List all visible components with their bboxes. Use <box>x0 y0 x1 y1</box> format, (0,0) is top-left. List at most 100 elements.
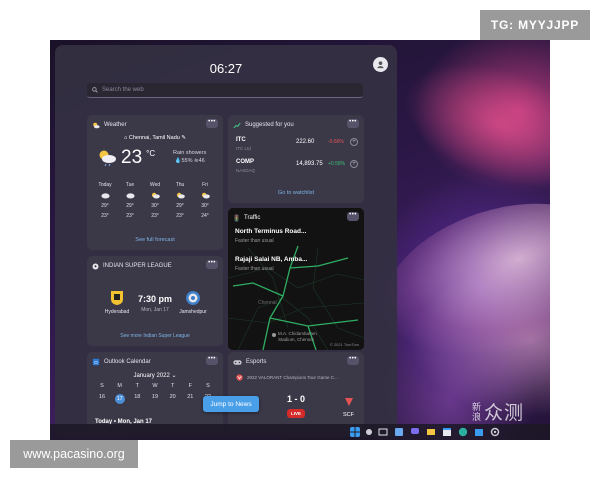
forecast-low: 23° <box>126 213 134 219</box>
stock-price: 222.60 <box>296 139 315 145</box>
forecast-day-label: Today <box>98 182 112 188</box>
forecast-row: Today 29° 23° Tue 29° 23° Wed 30° 23° Th… <box>93 182 217 219</box>
settings-gear-icon[interactable] <box>490 427 500 437</box>
suggested-more-button[interactable]: ••• <box>347 119 359 128</box>
team-right-logo-icon <box>345 398 353 406</box>
partly-sunny-icon <box>176 192 185 199</box>
cloudy-icon <box>125 193 135 199</box>
taskbar <box>50 424 550 440</box>
traffic-route: Rajaji Salai NB, Amba... <box>235 256 308 263</box>
forecast-day-label: Tue <box>125 182 135 188</box>
tg-label-badge: TG: MYYJJPP <box>480 10 590 40</box>
calendar-month[interactable]: January 2022 ⌄ <box>87 372 223 379</box>
partly-sunny-icon <box>151 192 160 199</box>
esports-event-name: 2022 VALORANT Champions Tour Game C... <box>247 375 338 380</box>
forecast-day-label: Thu <box>175 182 185 188</box>
edge-browser-icon[interactable] <box>458 427 468 437</box>
cloudy-icon <box>100 193 110 199</box>
search-placeholder: Search the web <box>102 87 144 93</box>
screenshot-page: 06:27 Search the web Weather ••• ⌂ Chenn… <box>0 0 600 480</box>
stock-name: ITC Ltd <box>236 146 251 151</box>
task-view-icon[interactable] <box>378 427 388 437</box>
partly-cloudy-rain-icon <box>99 150 116 167</box>
calendar-title: Outlook Calendar <box>104 359 151 365</box>
calendar-date[interactable]: 20 <box>166 394 180 404</box>
sina-watermark: 新浪 众测 <box>472 398 524 425</box>
desktop-wallpaper: 06:27 Search the web Weather ••• ⌂ Chenn… <box>50 40 550 440</box>
suggested-card[interactable]: Suggested for you ••• ITC ITC Ltd 222.60… <box>228 115 364 203</box>
calendar-dates: 16 17 18 19 20 21 22 <box>95 394 215 404</box>
jump-to-news-button[interactable]: Jump to News <box>203 396 259 412</box>
traffic-card[interactable]: Traffic ••• North Terminus Road... Faste… <box>228 208 364 350</box>
isl-more-button[interactable]: ••• <box>206 260 218 269</box>
site-url-badge: www.pacasino.org <box>10 440 138 468</box>
indian-super-league-card[interactable]: INDIAN SUPER LEAGUE ••• Hyderabad 7:30 p… <box>87 256 223 346</box>
watermark-large-text: 众测 <box>484 403 525 424</box>
gamepad-icon <box>233 359 242 365</box>
temperature-unit: °C <box>146 148 156 158</box>
stock-symbol: COMP <box>236 159 254 165</box>
weather-location[interactable]: ⌂ Chennai, Tamil Nadu ✎ <box>87 135 223 141</box>
calendar-date[interactable]: 16 <box>95 394 109 404</box>
calendar-date[interactable]: 19 <box>148 394 162 404</box>
forecast-day[interactable]: Wed 30° 23° <box>143 182 167 219</box>
file-explorer-icon[interactable] <box>426 427 436 437</box>
forecast-day[interactable]: Today 29° 23° <box>93 182 117 219</box>
calendar-more-button[interactable]: ••• <box>206 356 218 365</box>
stock-name: NASDAQ <box>236 168 256 173</box>
see-more-isl-link[interactable]: See more Indian Super League <box>87 333 223 339</box>
weekday-label: S <box>100 383 104 389</box>
clock-time: 06:27 <box>209 61 243 76</box>
map-place-label: M.A. Chidambaram Stadium, Chennai <box>278 331 317 342</box>
forecast-high: 29° <box>101 203 109 209</box>
outlook-calendar-card[interactable]: O Outlook Calendar ••• January 2022 ⌄ S … <box>87 352 223 432</box>
esports-card[interactable]: Esports ••• 2022 VALORANT Champions Tour… <box>228 352 364 432</box>
suggested-title: Suggested for you <box>245 122 294 128</box>
widgets-icon[interactable] <box>394 427 404 437</box>
forecast-day[interactable]: Thu 29° 23° <box>168 182 192 219</box>
windows-start-icon[interactable] <box>350 427 360 437</box>
traffic-more-button[interactable]: ••• <box>347 212 359 221</box>
forecast-high: 29° <box>126 203 134 209</box>
watermark-small-text: 新浪 <box>472 401 483 422</box>
forecast-day[interactable]: Tue 29° 23° <box>118 182 142 219</box>
weather-more-button[interactable]: ••• <box>206 119 218 128</box>
store-icon[interactable] <box>474 427 484 437</box>
chat-icon[interactable] <box>410 427 420 437</box>
calendar-app-icon[interactable] <box>442 427 452 437</box>
weekday-label: W <box>152 383 158 389</box>
stock-row[interactable]: ITC ITC Ltd 222.60 -0.66% + <box>236 137 358 155</box>
forecast-high: 29° <box>176 203 184 209</box>
weather-icon <box>93 122 100 128</box>
chevron-down-icon: ⌄ <box>171 373 177 379</box>
traffic-route-status: Faster than usual <box>235 266 274 272</box>
stock-row[interactable]: COMP NASDAQ 14,893.75 +0.58% + <box>236 159 358 177</box>
user-avatar-icon[interactable] <box>373 57 388 72</box>
esports-more-button[interactable]: ••• <box>347 356 359 365</box>
weekday-label: S <box>206 383 210 389</box>
see-full-forecast-link[interactable]: See full forecast <box>87 237 223 243</box>
search-taskbar-icon[interactable] <box>366 429 372 435</box>
calendar-date-today[interactable]: 17 <box>114 394 125 404</box>
add-stock-icon[interactable]: + <box>350 138 358 146</box>
calendar-weekdays: S M T W T F S <box>95 383 215 389</box>
weekday-label: M <box>117 383 122 389</box>
map-city-label: Chennai <box>258 300 277 306</box>
calendar-date[interactable]: 18 <box>130 394 144 404</box>
jamshedpur-crest-icon <box>186 291 200 305</box>
search-input[interactable]: Search the web <box>87 83 363 98</box>
isl-title: INDIAN SUPER LEAGUE <box>103 263 172 269</box>
weather-condition: Rain showers 💧55% ≋46 <box>173 149 206 165</box>
forecast-day[interactable]: Fri 30° 24° <box>193 182 217 219</box>
forecast-low: 23° <box>176 213 184 219</box>
weather-card[interactable]: Weather ••• ⌂ Chennai, Tamil Nadu ✎ 23 °… <box>87 115 223 250</box>
wallpaper-ribbon-top <box>387 40 550 211</box>
away-team[interactable]: Jamshedpur <box>173 290 213 315</box>
edit-icon: ✎ <box>179 135 186 141</box>
weekday-label: F <box>188 383 192 389</box>
outlook-icon: O <box>92 358 100 366</box>
go-to-watchlist-link[interactable]: Go to watchlist <box>228 190 364 196</box>
forecast-low: 23° <box>101 213 109 219</box>
add-stock-icon[interactable]: + <box>350 160 358 168</box>
calendar-date[interactable]: 21 <box>183 394 197 404</box>
